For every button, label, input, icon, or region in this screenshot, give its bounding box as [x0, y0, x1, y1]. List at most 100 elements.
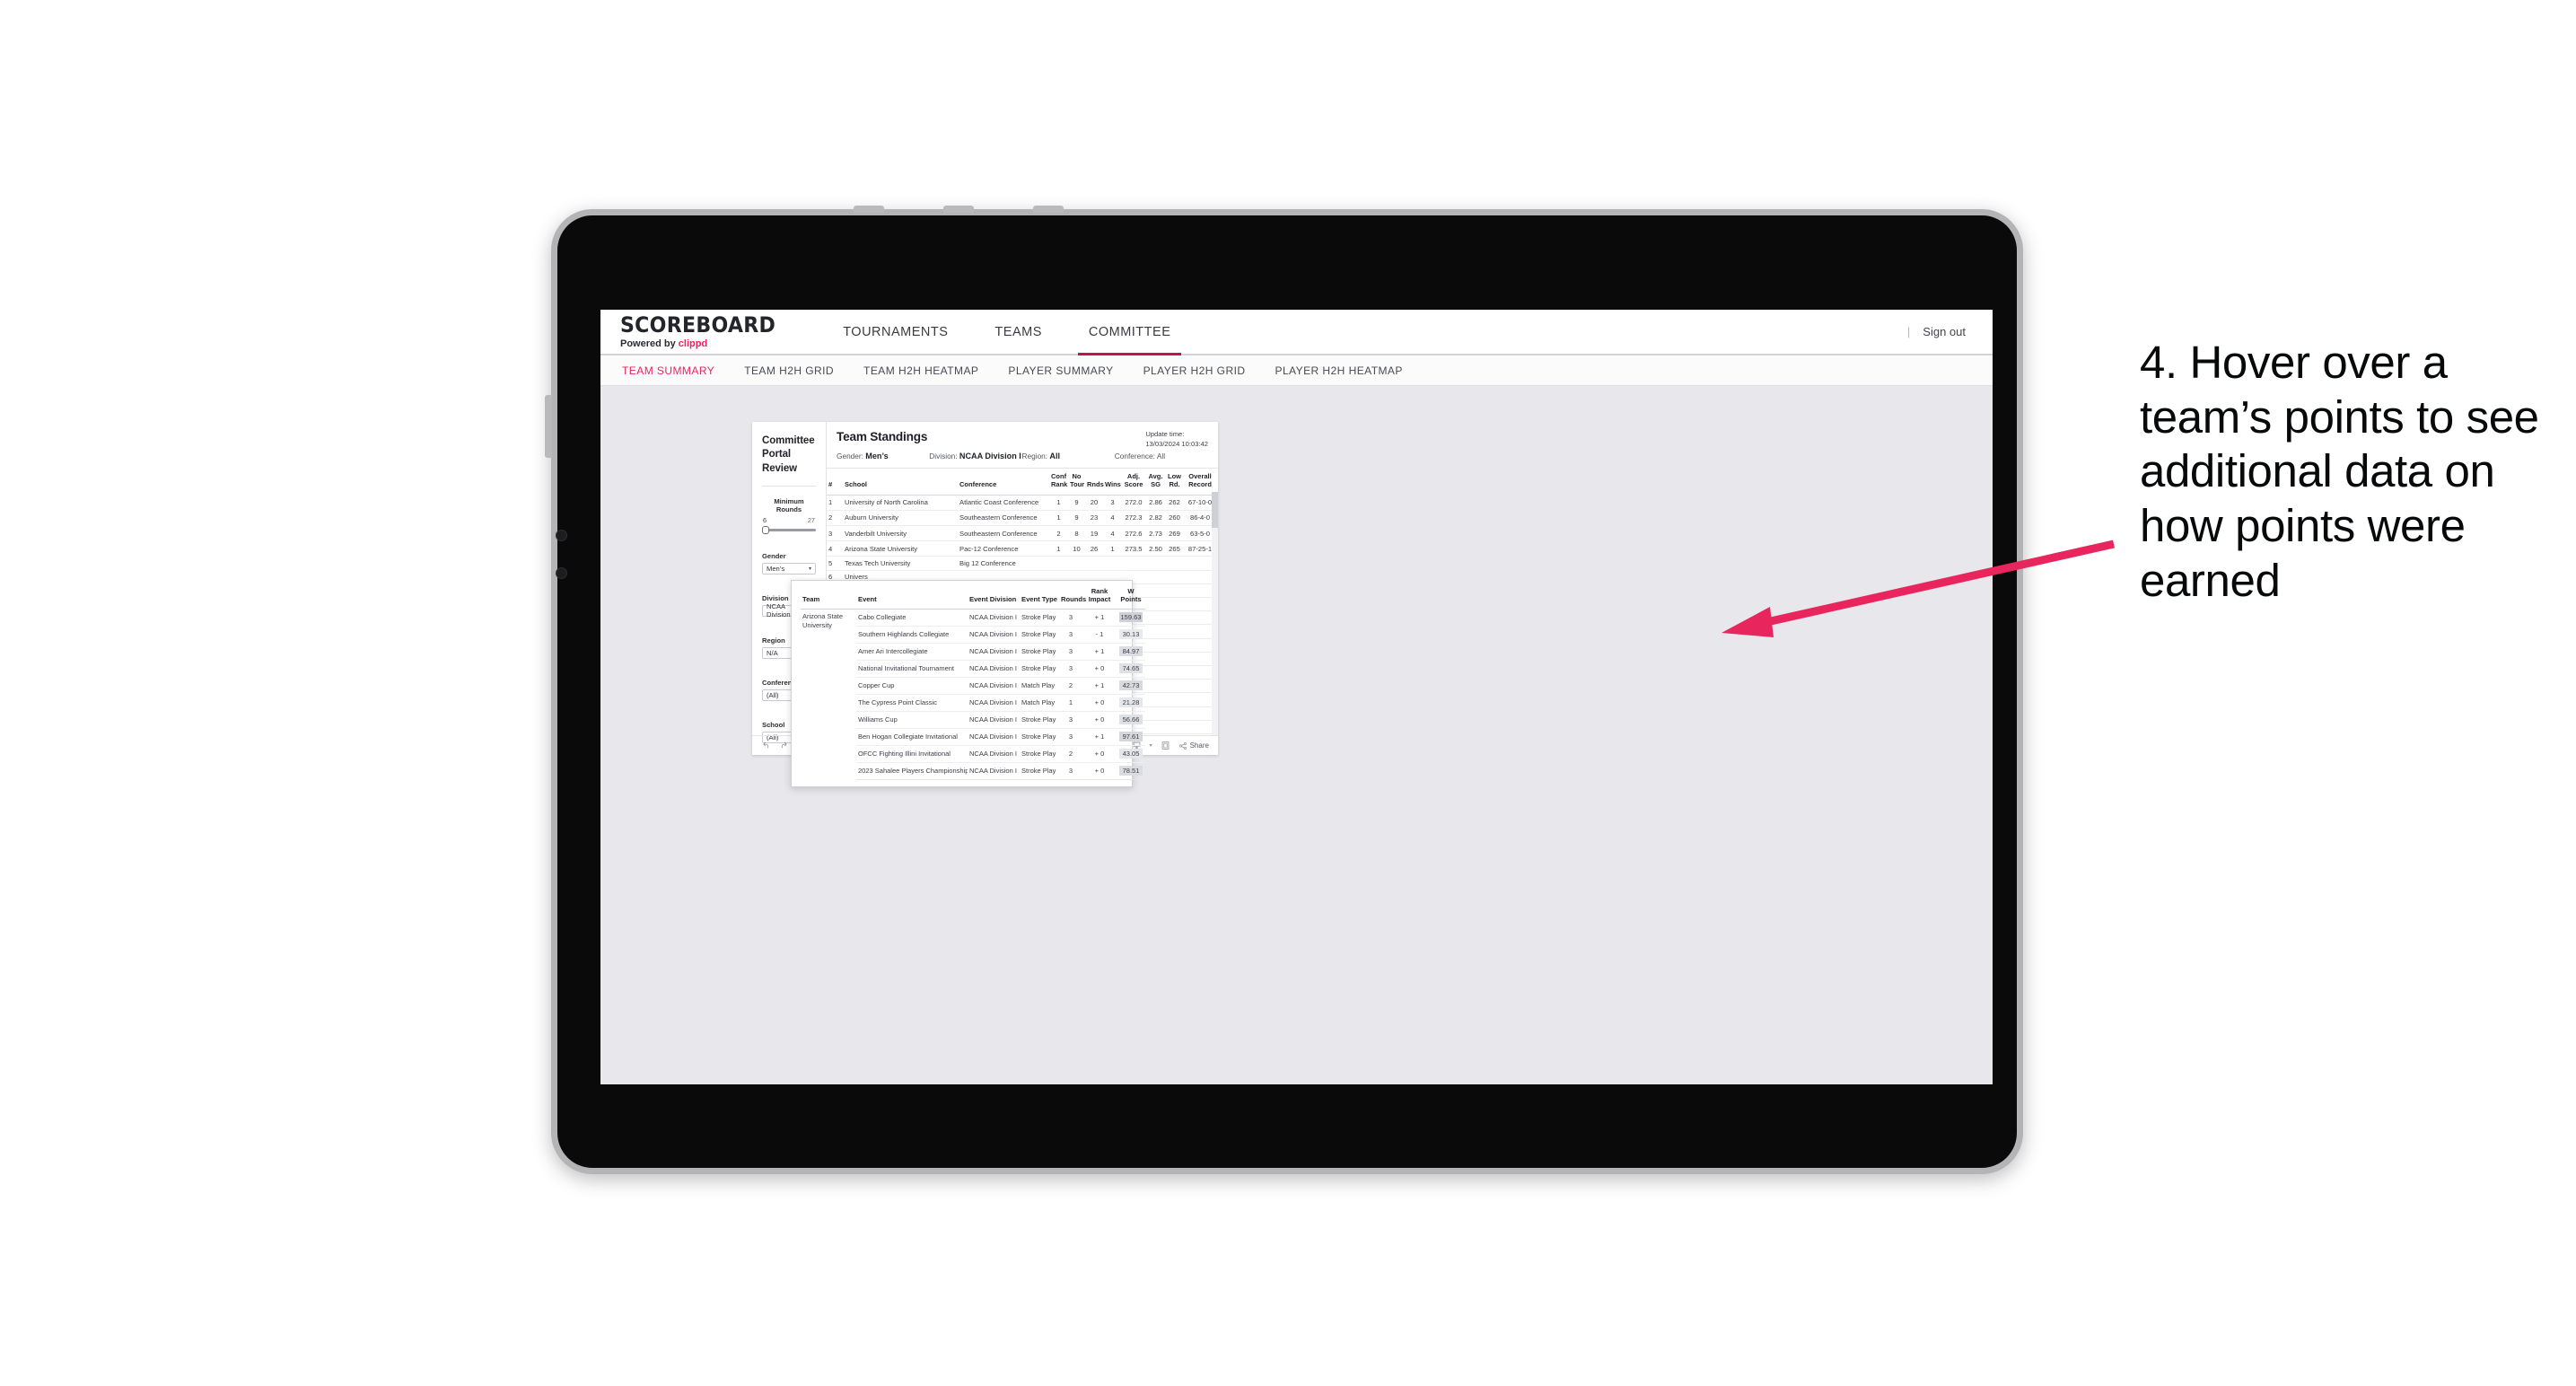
front-camera-icon: [556, 530, 567, 541]
dashboard-title-line1: Committee: [762, 435, 815, 446]
cell-5: [1085, 556, 1103, 571]
app-top-nav: SCOREBOARD Powered by clippd TOURNAMENTS…: [600, 310, 1993, 355]
tooltip-table-head: Team Event Event Division Event Type Rou…: [801, 587, 1145, 610]
table-row[interactable]: 3 Vanderbilt University Southeastern Confe…: [827, 525, 1218, 542]
col-conference[interactable]: Conference: [958, 469, 1049, 496]
chevron-down-icon[interactable]: ▾: [1150, 742, 1152, 749]
tooltip-cell-4: + 1: [1082, 728, 1117, 746]
cell-8: [1145, 720, 1166, 734]
table-row[interactable]: 2 Auburn University Southeastern Conferenc…: [827, 510, 1218, 527]
cell-2: Big 12 Conference: [958, 556, 1049, 571]
cell-8: [1145, 610, 1166, 626]
cell-4: 10: [1068, 540, 1085, 557]
cell-7: 272.6: [1122, 525, 1145, 542]
tooltip-cell-4: + 0: [1082, 660, 1117, 678]
slider-handle[interactable]: [762, 525, 769, 534]
col-rank[interactable]: #: [827, 469, 843, 496]
table-scrollbar[interactable]: [1212, 492, 1218, 735]
tooltip-cell-0: National Invitational Tournament: [856, 660, 968, 678]
cell-3: 1: [1049, 510, 1068, 527]
cell-8: [1145, 692, 1166, 707]
tooltip-cell-4: - 1: [1082, 626, 1117, 644]
tt-col-event: Event: [856, 588, 968, 610]
share-button[interactable]: Share: [1178, 741, 1209, 750]
device-button-top-1: [854, 206, 884, 213]
tab-player-h2h-grid[interactable]: PLAYER H2H GRID: [1143, 364, 1246, 377]
col-conf-rank[interactable]: Conf Rank: [1049, 469, 1068, 496]
scoreboard-logo[interactable]: SCOREBOARD Powered by clippd: [620, 314, 819, 350]
nav-item-tournaments[interactable]: TOURNAMENTS: [819, 310, 971, 354]
tooltip-cell-2: Match Play: [1020, 694, 1059, 712]
tab-team-h2h-heatmap[interactable]: TEAM H2H HEATMAP: [863, 364, 978, 377]
minimum-rounds-max: 27: [807, 515, 815, 524]
cell-8: [1145, 706, 1166, 721]
cell-8: [1145, 679, 1166, 694]
cell-8: 2.50: [1145, 540, 1166, 557]
table-row[interactable]: 4 Arizona State University Pac-12 Conferen…: [827, 540, 1218, 557]
device-button-top-2: [943, 206, 974, 213]
summary-region-label: Region:: [1021, 452, 1048, 461]
table-row[interactable]: 1 University of North Carolina Atlantic Co…: [827, 495, 1218, 511]
col-wins[interactable]: Wins: [1103, 469, 1122, 496]
cell-3: 2: [1049, 525, 1068, 542]
tab-team-summary[interactable]: TEAM SUMMARY: [622, 364, 714, 377]
tooltip-cell-1: NCAA Division I: [968, 643, 1020, 661]
tooltip-cell-1: NCAA Division I: [968, 660, 1020, 678]
cell-4: 8: [1068, 525, 1085, 542]
summary-conference-value: All: [1156, 452, 1166, 461]
col-adj-score[interactable]: Adj. Score: [1122, 469, 1145, 496]
tab-player-summary[interactable]: PLAYER SUMMARY: [1008, 364, 1113, 377]
cell-9: [1166, 720, 1183, 734]
col-low-rd[interactable]: Low Rd.: [1166, 469, 1183, 496]
col-no-tour[interactable]: No Tour: [1068, 469, 1085, 496]
col-avg-sg[interactable]: Avg. SG: [1145, 469, 1166, 496]
tab-player-h2h-heatmap[interactable]: PLAYER H2H HEATMAP: [1275, 364, 1402, 377]
cell-9: [1166, 665, 1183, 680]
tooltip-cell-3: 1: [1059, 694, 1082, 712]
cell-9: 260: [1166, 510, 1183, 527]
nav-item-committee[interactable]: COMMITTEE: [1065, 310, 1195, 355]
tooltip-team-cell: Arizona State University: [802, 612, 844, 630]
summary-gender-value: Men’s: [865, 452, 889, 461]
undo-icon[interactable]: [761, 741, 771, 750]
col-overall-record[interactable]: Overall Record: [1183, 469, 1217, 496]
cell-3: [1049, 556, 1068, 571]
tooltip-cell-5: 159.63: [1117, 609, 1145, 627]
sign-out-link[interactable]: Sign out: [1923, 325, 1966, 338]
tooltip-cell-0: Amer Ari Intercollegiate: [856, 643, 968, 661]
minimum-rounds-slider[interactable]: [762, 525, 816, 534]
tooltip-cell-0: The Cypress Point Classic: [856, 694, 968, 712]
tooltip-cell-0: Ben Hogan Collegiate Invitational: [856, 728, 968, 746]
callout-arrow-icon: [1722, 539, 2115, 637]
tooltip-cell-3: 3: [1059, 643, 1082, 661]
cell-8: 2.86: [1145, 495, 1166, 511]
cell-8: [1145, 597, 1166, 612]
redo-icon[interactable]: [779, 741, 789, 750]
share-label: Share: [1189, 741, 1209, 750]
tooltip-w-points-value: 43.05: [1119, 749, 1143, 759]
filter-minimum-rounds: Minimum Rounds 6 27: [762, 497, 816, 534]
region-value: N/A: [767, 648, 778, 657]
tooltip-cell-1: NCAA Division I: [968, 762, 1020, 780]
gender-select[interactable]: Men’s ▾: [762, 562, 816, 575]
cell-9: [1166, 610, 1183, 626]
device-button-top-3: [1033, 206, 1064, 213]
cell-9: 260: [1166, 733, 1183, 735]
tooltip-w-points-value: 74.65: [1119, 663, 1143, 674]
fullscreen-icon[interactable]: [1161, 741, 1170, 750]
tooltip-cell-1: NCAA Division I: [968, 711, 1020, 729]
filter-gender: Gender Men’s ▾: [762, 552, 816, 575]
col-school[interactable]: School: [843, 469, 958, 496]
cell-1: Arizona State University: [843, 540, 958, 557]
rail-divider: [762, 485, 816, 487]
cell-1: Auburn University: [843, 510, 958, 527]
cell-9: [1166, 706, 1183, 721]
update-time-value: 13/03/2024 10:03:42: [1145, 440, 1208, 448]
table-scrollbar-thumb[interactable]: [1212, 492, 1218, 528]
cell-2: Southeastern Conference: [958, 510, 1049, 527]
col-vs-top-25[interactable]: Vs Top25: [1217, 469, 1218, 496]
nav-item-teams[interactable]: TEAMS: [971, 310, 1065, 354]
col-rnds[interactable]: Rnds: [1085, 469, 1104, 496]
table-row[interactable]: 5 Texas Tech University Big 12 Conference: [827, 556, 1218, 571]
tab-team-h2h-grid[interactable]: TEAM H2H GRID: [744, 364, 834, 377]
